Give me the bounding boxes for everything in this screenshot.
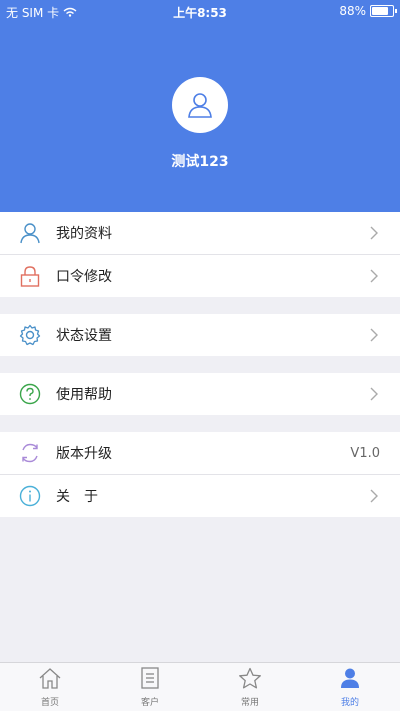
avatar[interactable] — [172, 77, 228, 133]
menu-label-profile: 我的资料 — [56, 226, 112, 242]
menu-item-password[interactable]: 口令修改 — [0, 255, 400, 297]
menu-item-help[interactable]: 使用帮助 — [0, 373, 400, 415]
battery-icon — [370, 5, 397, 17]
refresh-icon — [18, 441, 42, 465]
menu-item-about[interactable]: 关 于 — [0, 475, 400, 517]
tab-customers[interactable]: 客户 — [100, 663, 200, 711]
tab-mine[interactable]: 我的 — [300, 663, 400, 711]
chevron-right-icon — [370, 269, 380, 283]
tab-label-favorites: 常用 — [240, 697, 259, 708]
chevron-right-icon — [370, 226, 380, 240]
menu-label-status: 状态设置 — [56, 328, 112, 344]
home-icon — [38, 667, 62, 693]
tab-home[interactable]: 首页 — [0, 663, 100, 711]
menu-item-profile[interactable]: 我的资料 — [0, 212, 400, 255]
battery-percent: 88% — [339, 4, 366, 18]
menu-group-account: 我的资料 口令修改 — [0, 212, 400, 297]
profile-header: 无 SIM 卡 上午8:53 88% 测试123 — [0, 0, 400, 212]
question-icon — [18, 382, 42, 406]
menu-item-upgrade[interactable]: 版本升级 V1.0 — [0, 432, 400, 475]
tab-bar: 首页 客户 常用 我的 — [0, 662, 400, 711]
lock-icon — [18, 264, 42, 288]
status-bar: 无 SIM 卡 上午8:53 88% — [0, 0, 400, 22]
user-icon — [339, 667, 361, 693]
tab-label-customers: 客户 — [140, 697, 159, 708]
status-right: 88% — [339, 4, 397, 18]
user-name: 测试123 — [171, 154, 229, 170]
gear-icon — [18, 323, 42, 347]
tab-favorites[interactable]: 常用 — [200, 663, 300, 711]
info-icon — [18, 484, 42, 508]
chevron-right-icon — [370, 489, 380, 503]
chevron-right-icon — [370, 328, 380, 342]
menu-label-about: 关 于 — [56, 489, 98, 505]
tab-label-home: 首页 — [40, 697, 59, 708]
person-icon — [18, 221, 42, 245]
document-icon — [140, 666, 160, 693]
menu-group-help: 使用帮助 — [0, 373, 400, 415]
tab-label-mine: 我的 — [340, 697, 359, 708]
version-value: V1.0 — [350, 445, 380, 461]
menu-label-help: 使用帮助 — [56, 387, 112, 403]
user-avatar-icon — [188, 93, 212, 118]
menu-group-status: 状态设置 — [0, 314, 400, 356]
star-icon — [238, 667, 262, 693]
menu-label-upgrade: 版本升级 — [56, 446, 112, 462]
menu-label-password: 口令修改 — [56, 269, 112, 285]
chevron-right-icon — [370, 387, 380, 401]
menu-item-status[interactable]: 状态设置 — [0, 314, 400, 356]
menu-group-app: 版本升级 V1.0 关 于 — [0, 432, 400, 517]
